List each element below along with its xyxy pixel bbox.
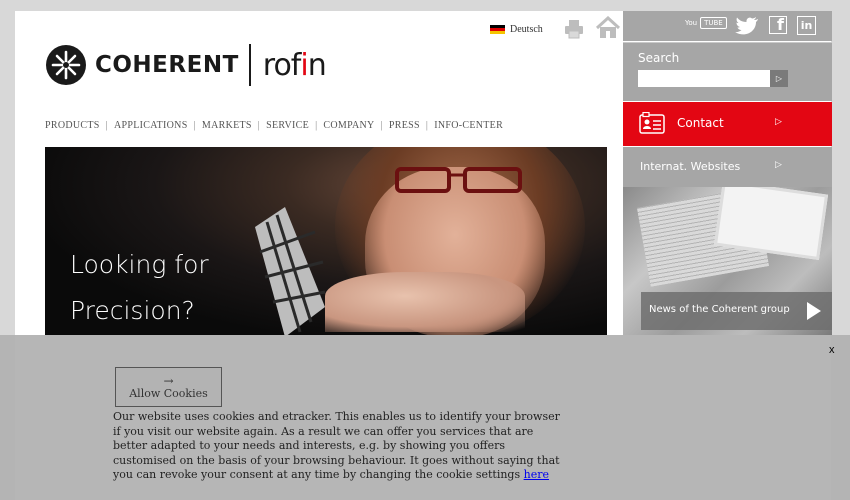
german-flag-icon — [490, 25, 505, 34]
main-nav: PRODUCTS | APPLICATIONS | MARKETS | SERV… — [45, 120, 503, 131]
youtube-you: You — [685, 19, 698, 27]
youtube-icon[interactable]: You TUBE — [685, 17, 727, 29]
play-icon[interactable] — [807, 302, 821, 320]
search-box: Search ▷ — [623, 42, 832, 101]
company-logo[interactable]: COHERENT rofin — [45, 44, 327, 86]
nav-applications[interactable]: APPLICATIONS — [114, 120, 188, 131]
contact-arrow-icon: ▷ — [775, 117, 782, 127]
contact-card-icon — [639, 112, 665, 134]
coherent-logo-mark-icon — [46, 45, 86, 85]
hero-banner[interactable]: Looking for Precision? — [45, 147, 607, 335]
social-bar: You TUBE f in — [623, 11, 832, 41]
cookie-message: Our website uses cookies and etracker. T… — [113, 410, 563, 483]
hero-headline: Looking for Precision? — [70, 242, 209, 334]
nav-service[interactable]: SERVICE — [266, 120, 309, 131]
nav-separator: | — [257, 120, 261, 131]
news-label: News of the Coherent group — [649, 304, 790, 315]
twitter-icon[interactable] — [735, 17, 759, 35]
home-icon[interactable] — [595, 16, 621, 40]
facebook-icon[interactable]: f — [769, 16, 787, 34]
printer-icon[interactable] — [563, 18, 585, 40]
nav-separator: | — [105, 120, 108, 131]
news-teaser[interactable]: News of the Coherent group — [623, 187, 832, 335]
nav-separator: | — [380, 120, 383, 131]
rofin-end: n — [307, 47, 327, 83]
nav-products[interactable]: PRODUCTS — [45, 120, 100, 131]
language-label[interactable]: Deutsch — [510, 24, 543, 35]
nav-separator: | — [315, 120, 318, 131]
nav-company[interactable]: COMPANY — [323, 120, 374, 131]
cookie-message-text: Our website uses cookies and etracker. T… — [113, 410, 560, 481]
hero-headline-line2: Precision? — [70, 296, 195, 325]
hero-photo-hand — [325, 272, 525, 332]
nav-separator: | — [193, 120, 196, 131]
allow-cookies-label: Allow Cookies — [129, 386, 208, 400]
nav-markets[interactable]: MARKETS — [202, 120, 252, 131]
nav-info-center[interactable]: INFO-CENTER — [434, 120, 503, 131]
cookie-close-button[interactable]: x — [829, 344, 835, 356]
contact-label: Contact — [677, 116, 724, 130]
rofin-part: rof — [262, 47, 302, 83]
search-input[interactable] — [638, 70, 774, 87]
arrow-right-icon: → — [163, 373, 174, 388]
nav-separator: | — [425, 120, 429, 131]
nav-press[interactable]: PRESS — [389, 120, 420, 131]
search-submit-button[interactable]: ▷ — [770, 70, 788, 87]
hero-photo-glasses — [395, 167, 522, 193]
cookie-settings-link[interactable]: here — [524, 468, 549, 481]
hero-photo-mesh — [255, 207, 326, 335]
contact-button[interactable]: Contact ▷ — [623, 102, 832, 146]
international-websites-label: Internat. Websites — [640, 160, 741, 173]
news-caption-bar[interactable]: News of the Coherent group — [641, 292, 832, 330]
international-websites-button[interactable]: Internat. Websites ▷ — [623, 147, 832, 187]
linkedin-icon[interactable]: in — [797, 16, 816, 35]
logo-divider — [248, 44, 251, 86]
search-label: Search — [638, 51, 680, 65]
rofin-wordmark: rofin — [262, 47, 327, 83]
language-switch[interactable]: Deutsch — [490, 24, 543, 35]
cookie-banner: x → Allow Cookies Our website uses cooki… — [0, 335, 850, 500]
international-arrow-icon: ▷ — [775, 160, 782, 170]
hero-headline-line1: Looking for — [70, 250, 209, 279]
youtube-tube: TUBE — [700, 17, 727, 29]
coherent-wordmark: COHERENT — [95, 52, 239, 78]
sidebar: You TUBE f in Search ▷ Contact ▷ Interna… — [623, 11, 832, 335]
allow-cookies-button[interactable]: → Allow Cookies — [115, 367, 222, 407]
rofin-i: i — [300, 47, 308, 83]
